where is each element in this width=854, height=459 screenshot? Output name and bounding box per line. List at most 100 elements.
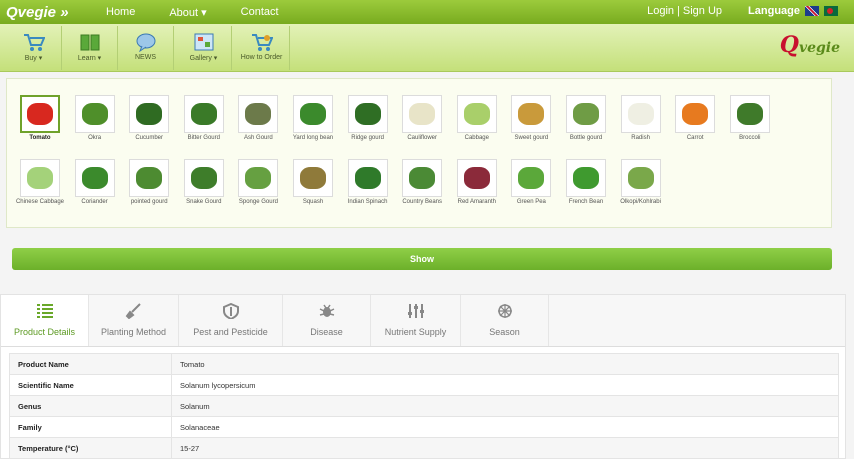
vegetable-item[interactable]: Indian Spinach xyxy=(341,159,395,206)
vegetable-image xyxy=(409,167,436,189)
tab-label: Pest and Pesticide xyxy=(193,327,268,337)
vegetable-thumbnail[interactable] xyxy=(183,159,224,197)
vegetable-label: Radish xyxy=(631,135,650,141)
vegetable-item[interactable]: Carrot xyxy=(668,95,722,142)
vegetable-thumbnail[interactable] xyxy=(293,159,333,197)
vegetable-image xyxy=(190,167,217,189)
vegetable-label: Sweet gourd xyxy=(514,135,549,141)
vegetable-thumbnail[interactable] xyxy=(20,159,60,197)
vegetable-item[interactable]: Ash Gourd xyxy=(231,95,285,142)
tab-pest-and-pesticide[interactable]: Pest and Pesticide xyxy=(179,295,283,346)
nav-about-link[interactable]: About ▾ xyxy=(169,6,206,19)
vegetable-label: pointed gourd xyxy=(130,199,168,205)
toolbar-buy-button[interactable]: Buy ▾ xyxy=(6,26,62,70)
vegetable-thumbnail[interactable] xyxy=(729,95,770,133)
details-tabs: Product Details Planting Method Pest and… xyxy=(1,295,845,347)
vegetable-label: Country Beans xyxy=(402,199,443,205)
vegetable-thumbnail[interactable] xyxy=(183,95,224,133)
vegetable-item[interactable]: Olkopi/Kohlrabi xyxy=(614,159,668,206)
row-value: 15-27 xyxy=(171,437,839,459)
vegetable-label: Carrot xyxy=(686,135,704,141)
vegetable-item[interactable]: Okra xyxy=(68,95,122,142)
row-value: Solanaceae xyxy=(171,416,839,438)
vegetable-item[interactable]: Cauliflower xyxy=(395,95,449,142)
brand-logo[interactable]: Qvegie xyxy=(780,32,840,58)
shield-icon xyxy=(222,303,239,319)
vegetable-thumbnail[interactable] xyxy=(293,95,333,133)
vegetable-thumbnail[interactable] xyxy=(511,159,552,197)
vegetable-thumbnail[interactable] xyxy=(456,95,497,133)
vegetable-item[interactable]: Broccoli xyxy=(723,95,777,142)
vegetable-item[interactable]: Red Amaranth xyxy=(450,159,504,206)
vegetable-item[interactable]: Ridge gourd xyxy=(341,95,395,142)
brand-logo-rest: vegie xyxy=(798,40,840,56)
vegetable-label: Sponge Gourd xyxy=(238,199,278,205)
vegetable-thumbnail[interactable] xyxy=(238,95,279,133)
vegetable-label: Cabbage xyxy=(464,135,489,141)
nav-contact-link[interactable]: Contact xyxy=(241,6,279,19)
vegetable-item[interactable]: Chinese Cabbage xyxy=(13,159,67,206)
signup-link[interactable]: Sign Up xyxy=(683,5,722,17)
login-link[interactable]: Login xyxy=(647,5,674,17)
tab-disease[interactable]: Disease xyxy=(283,295,371,346)
toolbar-how-to-order-button[interactable]: How to Order xyxy=(234,26,290,70)
vegetable-thumbnail[interactable] xyxy=(402,95,443,133)
show-button[interactable]: Show xyxy=(12,248,832,270)
vegetable-thumbnail[interactable] xyxy=(238,159,279,197)
vegetable-item[interactable]: Cucumber xyxy=(122,95,176,142)
vegetable-thumbnail[interactable] xyxy=(511,95,552,133)
vegetable-item[interactable]: Cabbage xyxy=(450,95,504,142)
vegetable-image xyxy=(463,103,490,125)
vegetable-item[interactable]: Green Pea xyxy=(504,159,558,206)
site-logo[interactable]: Qvegie » xyxy=(6,4,96,21)
vegetable-thumbnail[interactable] xyxy=(347,159,388,197)
vegetable-thumbnail[interactable] xyxy=(675,95,716,133)
row-value: Solanum xyxy=(171,395,839,417)
vegetable-thumbnail[interactable] xyxy=(74,95,115,133)
vegetable-item[interactable]: Bottle gourd xyxy=(559,95,613,142)
vegetable-item[interactable]: Coriander xyxy=(68,159,122,206)
vegetable-item[interactable]: Sponge Gourd xyxy=(231,159,285,206)
vegetable-image xyxy=(354,167,381,189)
vegetable-thumbnail[interactable] xyxy=(74,159,115,197)
vegetable-thumbnail[interactable] xyxy=(347,95,388,133)
toolbar-learn-button[interactable]: Learn ▾ xyxy=(62,26,118,70)
vegetable-item[interactable]: French Bean xyxy=(559,159,613,206)
tab-product-details[interactable]: Product Details xyxy=(1,295,89,346)
toolbar-gallery-button[interactable]: Gallery ▾ xyxy=(176,26,232,70)
vegetable-item[interactable]: Yard long bean xyxy=(286,95,340,142)
tab-season[interactable]: Season xyxy=(461,295,549,346)
vegetable-item[interactable]: Country Beans xyxy=(395,159,449,206)
table-row: Product Name Tomato xyxy=(9,353,839,375)
vegetable-item[interactable]: Tomato xyxy=(13,95,67,142)
vegetable-item[interactable]: Radish xyxy=(614,95,668,142)
vegetable-thumbnail[interactable] xyxy=(620,159,661,197)
vegetable-thumbnail[interactable] xyxy=(620,95,661,133)
vegetable-thumbnail[interactable] xyxy=(402,159,443,197)
vegetable-label: Yard long bean xyxy=(292,135,334,141)
english-flag-icon[interactable] xyxy=(805,6,819,16)
vegetable-thumbnail[interactable] xyxy=(456,159,497,197)
vegetable-label: Bitter Gourd xyxy=(187,135,220,141)
bangla-flag-icon[interactable] xyxy=(824,6,838,16)
tab-planting-method[interactable]: Planting Method xyxy=(89,295,179,346)
vegetable-item[interactable]: Sweet gourd xyxy=(504,95,558,142)
vegetable-catalog: Tomato Okra Cucumber Bitter Gourd Ash Gourd Y… xyxy=(6,78,832,228)
vegetable-thumbnail[interactable] xyxy=(129,159,170,197)
vegetable-image xyxy=(81,103,108,125)
vegetable-label: Ash Gourd xyxy=(244,135,273,141)
vegetable-thumbnail[interactable] xyxy=(566,159,606,197)
vegetable-item[interactable]: Snake Gourd xyxy=(177,159,231,206)
vegetable-thumbnail[interactable] xyxy=(129,95,170,133)
tab-nutrient-supply[interactable]: Nutrient Supply xyxy=(371,295,461,346)
vegetable-thumbnail[interactable] xyxy=(566,95,606,133)
vegetable-item[interactable]: pointed gourd xyxy=(122,159,176,206)
separator: | xyxy=(677,5,680,17)
vegetable-thumbnail[interactable] xyxy=(20,95,60,133)
nav-home-link[interactable]: Home xyxy=(106,6,135,19)
toolbar-news-button[interactable]: NEWS xyxy=(118,26,174,70)
vegetable-item[interactable]: Bitter Gourd xyxy=(177,95,231,142)
row-key: Scientific Name xyxy=(9,374,172,396)
vegetable-item[interactable]: Squash xyxy=(286,159,340,206)
vegetable-image xyxy=(627,167,654,189)
